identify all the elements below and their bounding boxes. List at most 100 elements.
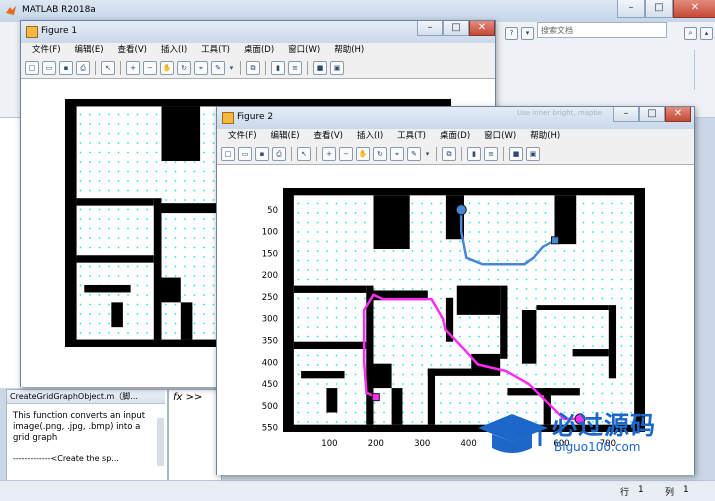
grid-node — [563, 288, 566, 290]
brush-icon[interactable]: ✎ — [211, 61, 225, 75]
colorbar-icon[interactable]: ▮ — [467, 147, 481, 161]
grid-node — [136, 246, 139, 249]
minimize-button[interactable]: – — [613, 107, 639, 122]
open-icon[interactable]: ▭ — [238, 147, 252, 161]
rotate-icon[interactable]: ↻ — [373, 147, 387, 161]
hide-tools-icon[interactable]: ■ — [313, 61, 327, 75]
close-button[interactable]: ✕ — [673, 0, 715, 18]
matlab-help-icon[interactable]: ? — [505, 27, 518, 40]
grid-node — [108, 322, 110, 325]
save-icon[interactable]: ▪ — [59, 61, 73, 75]
grid-node — [79, 142, 82, 144]
print-icon[interactable]: ⎙ — [272, 147, 286, 161]
menu-desktop[interactable]: 桌面(D) — [237, 43, 281, 58]
close-button[interactable]: ✕ — [469, 21, 495, 36]
menu-edit[interactable]: 编辑(E) — [264, 129, 307, 144]
grid-node — [421, 402, 423, 404]
grid-node — [421, 383, 423, 385]
grid-node — [487, 402, 490, 404]
minimize-button[interactable]: – — [417, 21, 443, 36]
grid-node — [459, 269, 461, 271]
matlab-expand-icon[interactable]: ▴ — [700, 27, 713, 40]
maximize-button[interactable]: □ — [443, 21, 469, 36]
close-button[interactable]: ✕ — [665, 107, 691, 122]
zoom-out-icon[interactable]: − — [339, 147, 353, 161]
grid-node — [459, 326, 461, 328]
grid-node — [79, 246, 82, 249]
grid-node — [497, 392, 499, 395]
grid-node — [630, 259, 632, 262]
command-prompt[interactable]: fx >> — [173, 392, 202, 403]
new-figure-icon[interactable]: □ — [25, 61, 39, 75]
grid-node — [364, 240, 366, 243]
menu-window[interactable]: 窗口(W) — [281, 43, 327, 58]
pointer-icon[interactable]: ↖ — [101, 61, 115, 75]
command-window[interactable]: fx >> — [168, 389, 222, 481]
legend-icon[interactable]: ≡ — [288, 61, 302, 75]
link-plot-icon[interactable]: ⧉ — [442, 147, 456, 161]
zoom-in-icon[interactable]: + — [126, 61, 140, 75]
menu-help[interactable]: 帮助(H) — [327, 43, 371, 58]
menu-view[interactable]: 查看(V) — [307, 129, 350, 144]
brush-dropdown-icon[interactable]: ▾ — [228, 62, 235, 74]
grid-node — [630, 240, 632, 243]
minimize-button[interactable]: – — [617, 0, 645, 18]
zoom-in-icon[interactable]: + — [322, 147, 336, 161]
grid-node — [601, 240, 604, 243]
grid-node — [383, 326, 385, 328]
pan-icon[interactable]: ✋ — [160, 61, 174, 75]
brush-dropdown-icon[interactable]: ▾ — [424, 148, 431, 160]
menu-desktop[interactable]: 桌面(D) — [433, 129, 477, 144]
show-tools-icon[interactable]: ▣ — [330, 61, 344, 75]
print-icon[interactable]: ⎙ — [76, 61, 90, 75]
menu-file[interactable]: 文件(F) — [221, 129, 264, 144]
grid-node — [335, 307, 338, 309]
grid-node — [174, 265, 177, 268]
pan-icon[interactable]: ✋ — [356, 147, 370, 161]
grid-node — [89, 265, 91, 268]
open-icon[interactable]: ▭ — [42, 61, 56, 75]
grid-node — [203, 313, 205, 315]
grid-node — [630, 269, 632, 271]
details-scrollbar[interactable] — [157, 418, 164, 466]
matlab-search-go-icon[interactable]: ⌕ — [684, 27, 697, 40]
legend-icon[interactable]: ≡ — [484, 147, 498, 161]
new-figure-icon[interactable]: □ — [221, 147, 235, 161]
matlab-dropdown-icon[interactable]: ▾ — [521, 27, 534, 40]
data-cursor-icon[interactable]: ⌖ — [390, 147, 404, 161]
hide-tools-icon[interactable]: ■ — [509, 147, 523, 161]
menu-tools[interactable]: 工具(T) — [390, 129, 433, 144]
menu-help[interactable]: 帮助(H) — [523, 129, 567, 144]
grid-node — [421, 221, 423, 224]
grid-node — [203, 170, 205, 173]
show-tools-icon[interactable]: ▣ — [526, 147, 540, 161]
maximize-button[interactable]: □ — [645, 0, 673, 18]
grid-node — [345, 250, 347, 252]
grid-node — [506, 240, 509, 243]
menu-file[interactable]: 文件(F) — [25, 43, 68, 58]
menu-window[interactable]: 窗口(W) — [477, 129, 523, 144]
grid-node — [184, 246, 186, 249]
grid-node — [468, 212, 471, 214]
save-icon[interactable]: ▪ — [255, 147, 269, 161]
link-plot-icon[interactable]: ⧉ — [246, 61, 260, 75]
menu-edit[interactable]: 编辑(E) — [68, 43, 111, 58]
brush-icon[interactable]: ✎ — [407, 147, 421, 161]
grid-node — [411, 402, 414, 404]
maximize-button[interactable]: □ — [639, 107, 665, 122]
grid-node — [165, 275, 167, 277]
menu-view[interactable]: 查看(V) — [111, 43, 154, 58]
menu-insert[interactable]: 插入(I) — [350, 129, 390, 144]
colorbar-icon[interactable]: ▮ — [271, 61, 285, 75]
grid-node — [592, 326, 594, 328]
grid-node — [459, 259, 461, 262]
grid-node — [307, 221, 309, 224]
menu-insert[interactable]: 插入(I) — [154, 43, 194, 58]
doc-search-input[interactable]: 搜索文档 — [537, 22, 667, 38]
menu-tools[interactable]: 工具(T) — [194, 43, 237, 58]
zoom-out-icon[interactable]: − — [143, 61, 157, 75]
data-cursor-icon[interactable]: ⌖ — [194, 61, 208, 75]
rotate-icon[interactable]: ↻ — [177, 61, 191, 75]
grid-node — [127, 313, 129, 315]
pointer-icon[interactable]: ↖ — [297, 147, 311, 161]
